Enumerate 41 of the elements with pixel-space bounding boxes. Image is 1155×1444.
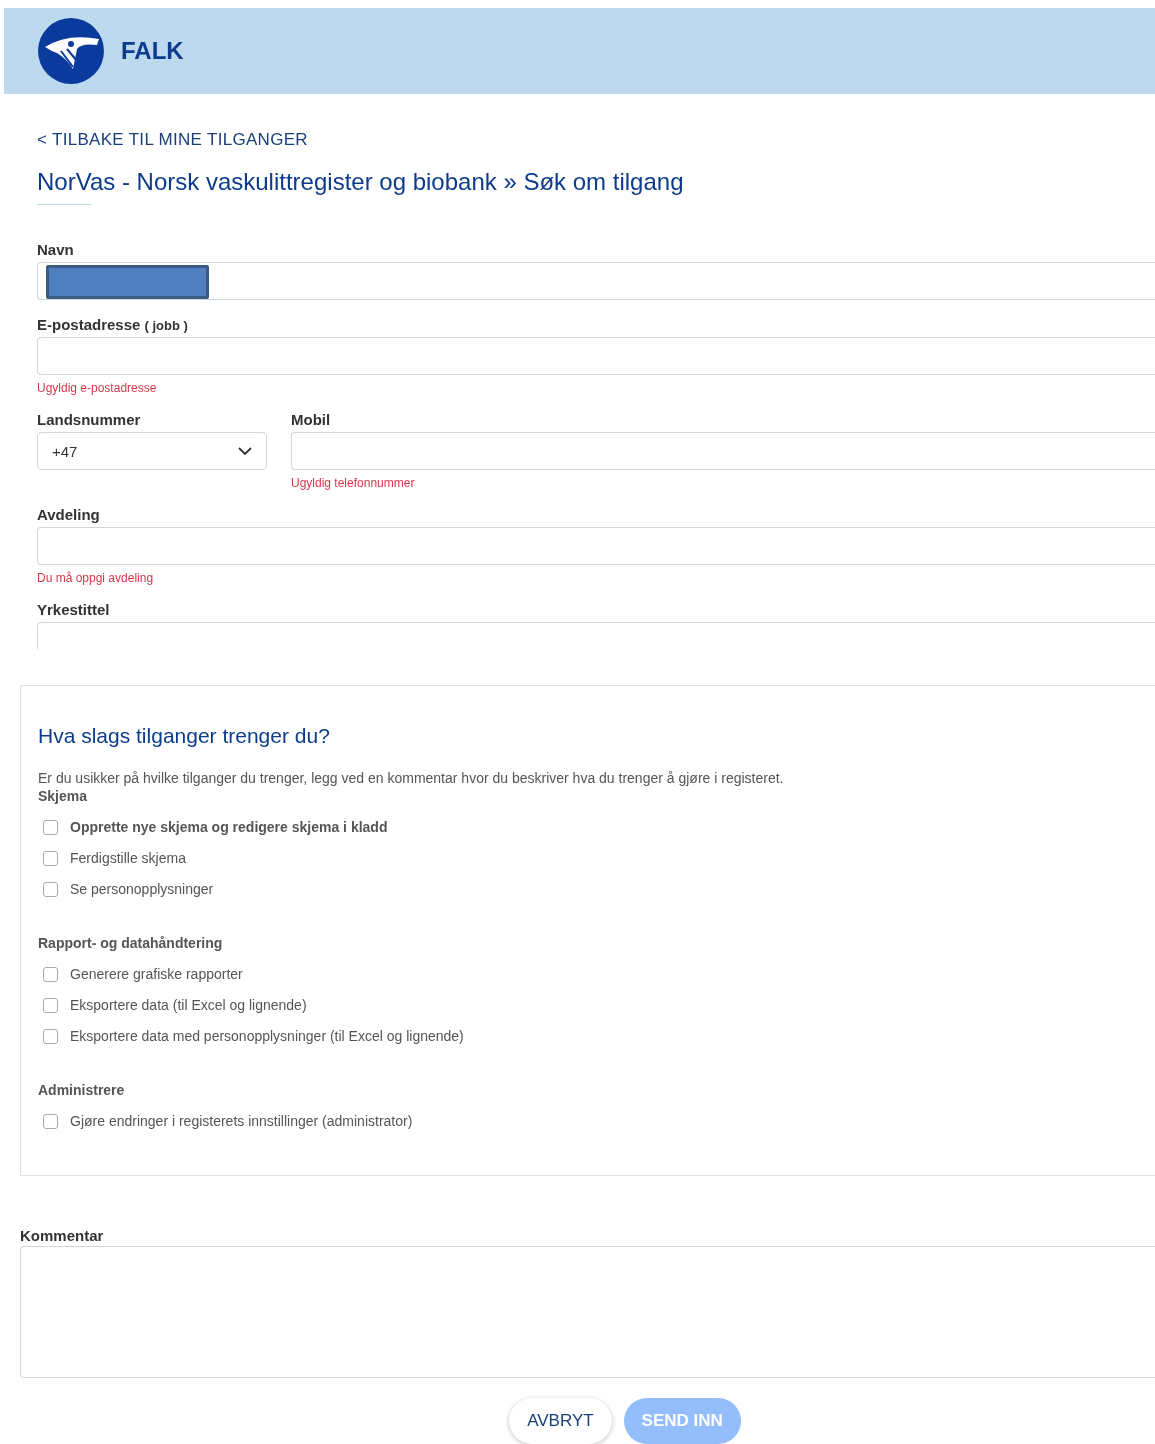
- checkbox[interactable]: [43, 850, 58, 866]
- group-title: Administrere: [38, 1082, 126, 1098]
- group-title: Skjema: [38, 788, 89, 804]
- checkbox-label: Ferdigstille skjema: [70, 850, 186, 866]
- checkbox-label: Generere grafiske rapporter: [70, 966, 243, 982]
- checkbox-label: Se personopplysninger: [70, 881, 214, 897]
- intro-text: Er du usikker på hvilke tilganger du trenger, legg ved en kommentar hvor du beskriver hva du trenger å gjøre i registeret.: [38, 770, 785, 786]
- checkbox-label: Gjøre endringer i registerets innstillinger (administrator): [70, 1113, 413, 1129]
- error-message: Ugyldig e-postadresse: [37, 381, 158, 395]
- checkbox[interactable]: [43, 819, 58, 835]
- error-message: Ugyldig telefonnummer: [291, 476, 416, 490]
- input-field[interactable]: [37, 337, 1155, 375]
- input-field[interactable]: [37, 262, 1155, 300]
- checkbox-label: Eksportere data (til Excel og lignende): [70, 997, 307, 1013]
- group-title: Rapport- og datahåndtering: [38, 935, 224, 951]
- field-label: Avdeling: [37, 506, 101, 523]
- checkbox[interactable]: [43, 997, 58, 1013]
- country-code-select[interactable]: +47: [37, 432, 267, 470]
- checkbox[interactable]: [43, 1113, 58, 1129]
- checkbox[interactable]: [43, 966, 58, 982]
- field-label: Yrkestittel: [37, 601, 111, 618]
- back-link[interactable]: < TILBAKE TIL MINE TILGANGER: [37, 130, 308, 150]
- checkbox-label: Opprette nye skjema og redigere skjema i kladd: [70, 819, 388, 835]
- field-label: Kommentar: [20, 1227, 105, 1244]
- field-label: E-postadresse ( jobb ): [37, 316, 189, 333]
- input-field[interactable]: [37, 527, 1155, 565]
- error-message: Du må oppgi avdeling: [37, 571, 155, 585]
- checkbox-label: Eksportere data med personopplysninger (til Excel og lignende): [70, 1028, 464, 1044]
- checkbox[interactable]: [43, 881, 58, 897]
- field-label: Navn: [37, 241, 75, 258]
- checkbox[interactable]: [43, 1028, 58, 1044]
- bird-logo-icon: [37, 17, 105, 85]
- page-title: NorVas - Norsk vaskulittregister og biobank » Søk om tilgang: [37, 168, 685, 196]
- chevron-down-icon: [238, 446, 252, 456]
- cancel-button[interactable]: AVBRYT: [509, 1398, 612, 1444]
- brand-name: FALK: [121, 37, 184, 65]
- input-field[interactable]: [37, 622, 1155, 649]
- field-label: Landsnummer: [37, 411, 142, 428]
- input-field[interactable]: [291, 432, 1155, 470]
- field-label: Mobil: [291, 411, 332, 428]
- section-heading: Hva slags tilganger trenger du?: [38, 724, 331, 748]
